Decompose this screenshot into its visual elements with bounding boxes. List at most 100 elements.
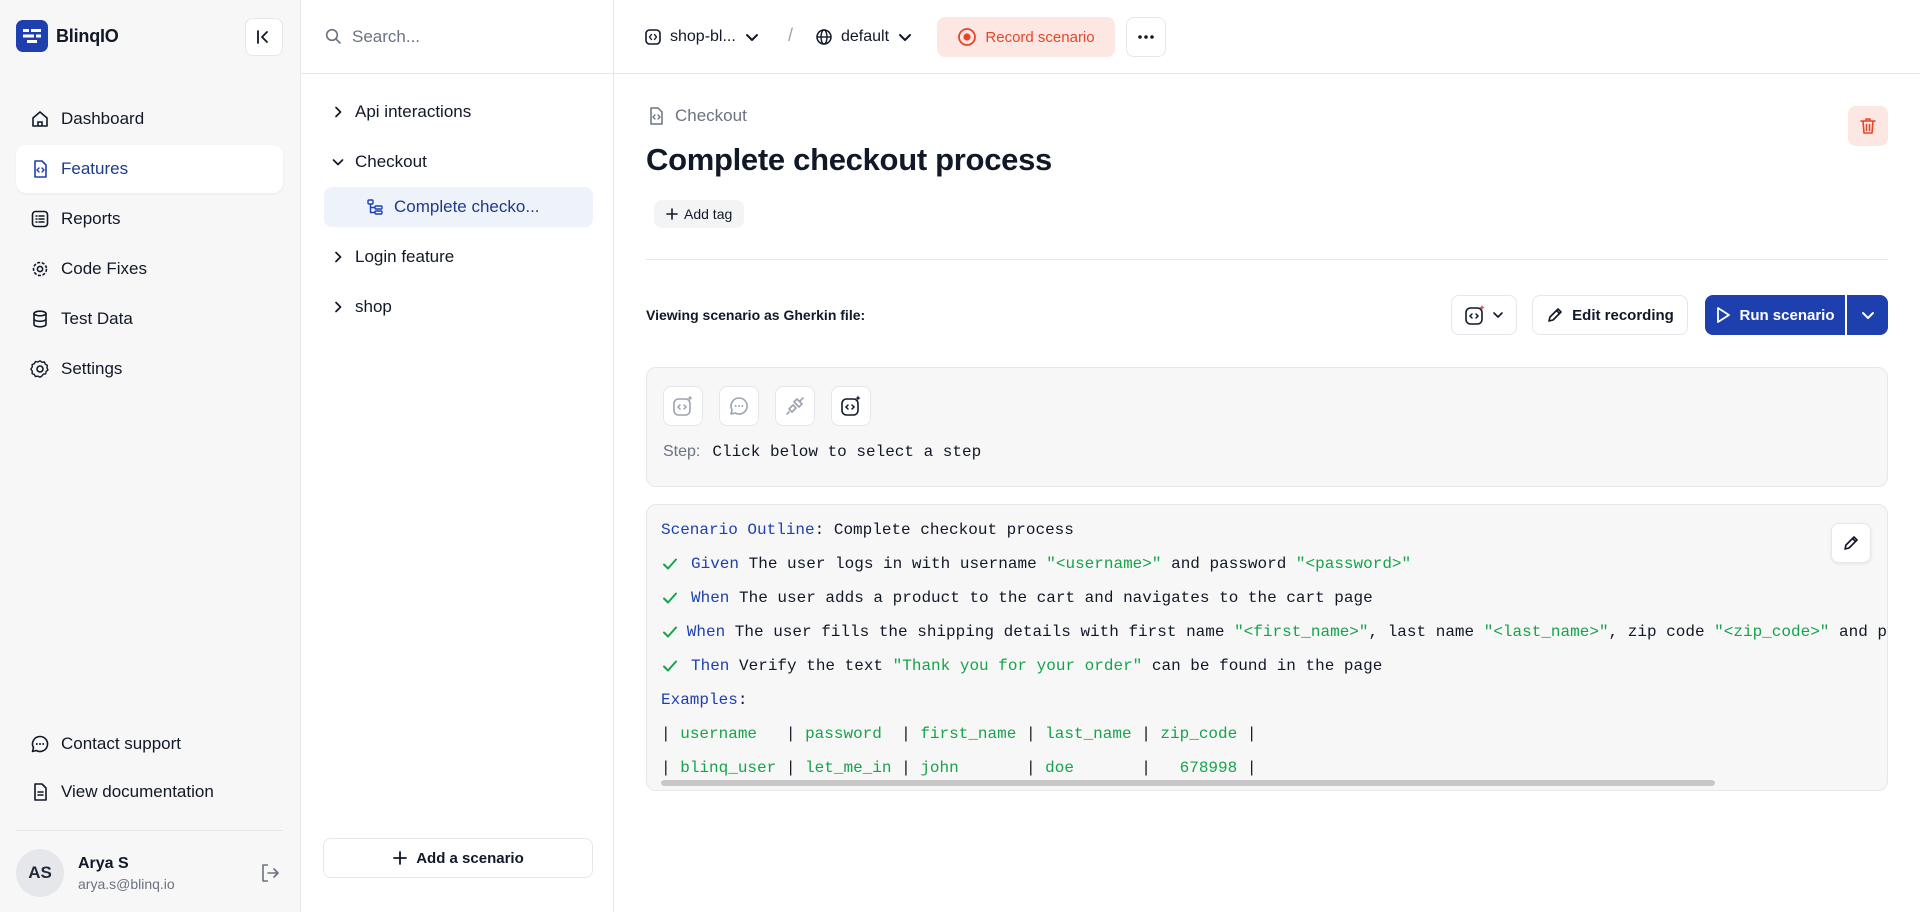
tree-item-shop[interactable]: shop [323,282,593,332]
main-nav: Dashboard Features Reports Code Fixes Te… [16,95,283,395]
brand-name: BlinqIO [56,25,119,46]
pencil-icon [1546,306,1564,324]
gherkin-step-keyword: When [691,589,730,607]
chevron-down-icon [744,29,760,45]
nav-label: Settings [61,359,123,378]
tree-item-checkout[interactable]: Checkout [323,137,593,187]
tree-item-label: shop [355,297,392,316]
tree-item-api-interactions[interactable]: Api interactions [323,87,593,137]
top-bar: shop-bl... / default Record scenario [614,0,1920,74]
chevron-right-icon [331,105,345,119]
gherkin-step-keyword: Given [691,555,740,573]
breadcrumb[interactable]: Checkout [646,106,747,126]
edit-gherkin-button[interactable] [1831,523,1871,563]
examples-cell: last_name [1045,725,1132,743]
gherkin-editor[interactable]: Scenario Outline: Complete checkout proc… [646,504,1888,791]
gherkin-punct: : [814,521,825,539]
delete-scenario-button[interactable] [1848,106,1888,146]
add-tag-button[interactable]: Add tag [654,200,745,228]
record-icon [957,27,977,47]
sidebar-bottom: Contact support View documentation [16,720,283,816]
breadcrumb-separator: / [788,25,794,45]
gherkin-parameter: "<username>" [1046,555,1162,573]
chevron-right-icon [331,250,345,264]
run-scenario-button[interactable]: Run scenario [1705,295,1845,335]
nav-item-settings[interactable]: Settings [16,345,283,393]
nav-item-dashboard[interactable]: Dashboard [16,95,283,143]
search-input[interactable] [352,26,592,47]
ai-generate-step-button[interactable] [663,386,703,426]
check-icon [661,657,691,675]
view-documentation-label: View documentation [61,782,214,801]
plus-icon [392,850,408,866]
examples-cell: zip_code [1160,725,1238,743]
run-options-dropdown[interactable] [1847,295,1888,335]
contact-support-label: Contact support [61,734,182,753]
nav-item-code-fixes[interactable]: Code Fixes [16,245,283,293]
edit-recording-label: Edit recording [1572,306,1674,324]
gherkin-line-outline[interactable]: Scenario Outline: Complete checkout proc… [661,513,1887,547]
project-selector[interactable]: shop-bl... [644,19,760,55]
examples-header-row[interactable]: | username | password | first_name | las… [661,717,1887,751]
nav-item-reports[interactable]: Reports [16,195,283,243]
gherkin-step-text: The user logs in with username [739,555,1047,573]
play-icon [1715,306,1731,324]
record-scenario-button[interactable]: Record scenario [937,17,1115,57]
gherkin-keyword: Scenario Outline [661,521,815,539]
gherkin-step-line[interactable]: Then Verify the text "Thank you for your… [661,649,1887,683]
gherkin-punct: : [737,691,748,709]
gherkin-step-text: and password [1161,555,1296,573]
nav-item-test-data[interactable]: Test Data [16,295,283,343]
collapse-sidebar-button[interactable] [245,18,283,56]
gear-cog-icon [29,258,51,280]
examples-cell: username [680,725,777,743]
tree-item-complete-checkout[interactable]: Complete checko... [324,187,593,227]
gherkin-scenario-name: Complete checkout process [824,521,1074,539]
gherkin-step-line[interactable]: When The user adds a product to the cart… [661,581,1887,615]
ai-code-step-button[interactable] [831,386,871,426]
tree-item-login-feature[interactable]: Login feature [323,232,593,282]
gherkin-step-text: The user fills the shipping details with… [725,623,1235,641]
gherkin-step-line[interactable]: Given The user logs in with username "<u… [661,547,1887,581]
sidebar: BlinqIO Dashboard Features Reports Code … [0,0,301,912]
comment-step-button[interactable] [719,386,759,426]
edit-recording-button[interactable]: Edit recording [1532,295,1688,335]
logout-icon[interactable] [257,860,283,886]
gherkin-step-keyword: Then [691,657,730,675]
view-mode-dropdown[interactable] [1451,295,1517,335]
environment-selector[interactable]: default [815,19,913,55]
gherkin-step-text: Verify the text [729,657,893,675]
gherkin-step-text: and p [1829,623,1887,641]
chevron-right-icon [331,300,345,314]
step-text: Click below to select a step [712,443,982,461]
gherkin-keyword: Examples [661,691,738,709]
contact-support-link[interactable]: Contact support [16,720,283,768]
check-icon [661,589,691,607]
collapse-icon [257,30,268,44]
step-panel: Step: Click below to select a step [646,367,1888,487]
gherkin-step-text: , last name [1368,623,1484,641]
gherkin-line-examples[interactable]: Examples: [661,683,1887,717]
search-bar [301,0,613,74]
connect-step-button[interactable] [775,386,815,426]
step-label: Step: [663,443,701,460]
gherkin-step-line[interactable]: When The user fills the shipping details… [661,615,1887,649]
tree-item-label: Api interactions [355,102,472,121]
horizontal-scrollbar[interactable] [661,780,1715,786]
add-scenario-button[interactable]: Add a scenario [323,838,593,878]
main-content: Checkout Complete checkout process Add t… [614,74,1920,912]
avatar: AS [16,849,64,897]
gherkin-code[interactable]: Scenario Outline: Complete checkout proc… [661,513,1887,785]
database-icon [29,308,51,330]
examples-cell: first_name [920,725,1017,743]
gherkin-parameter: "<password>" [1295,555,1412,573]
code-sparkle-icon [839,394,863,418]
user-profile[interactable]: AS Arya S arya.s@blinq.io [16,848,283,898]
nav-item-features[interactable]: Features [16,145,283,193]
run-scenario-label: Run scenario [1739,306,1835,324]
brand[interactable]: BlinqIO [16,20,119,52]
more-options-button[interactable] [1126,17,1166,57]
view-documentation-link[interactable]: View documentation [16,768,283,816]
user-info: Arya S arya.s@blinq.io [78,855,175,892]
feature-file-icon [646,106,666,126]
